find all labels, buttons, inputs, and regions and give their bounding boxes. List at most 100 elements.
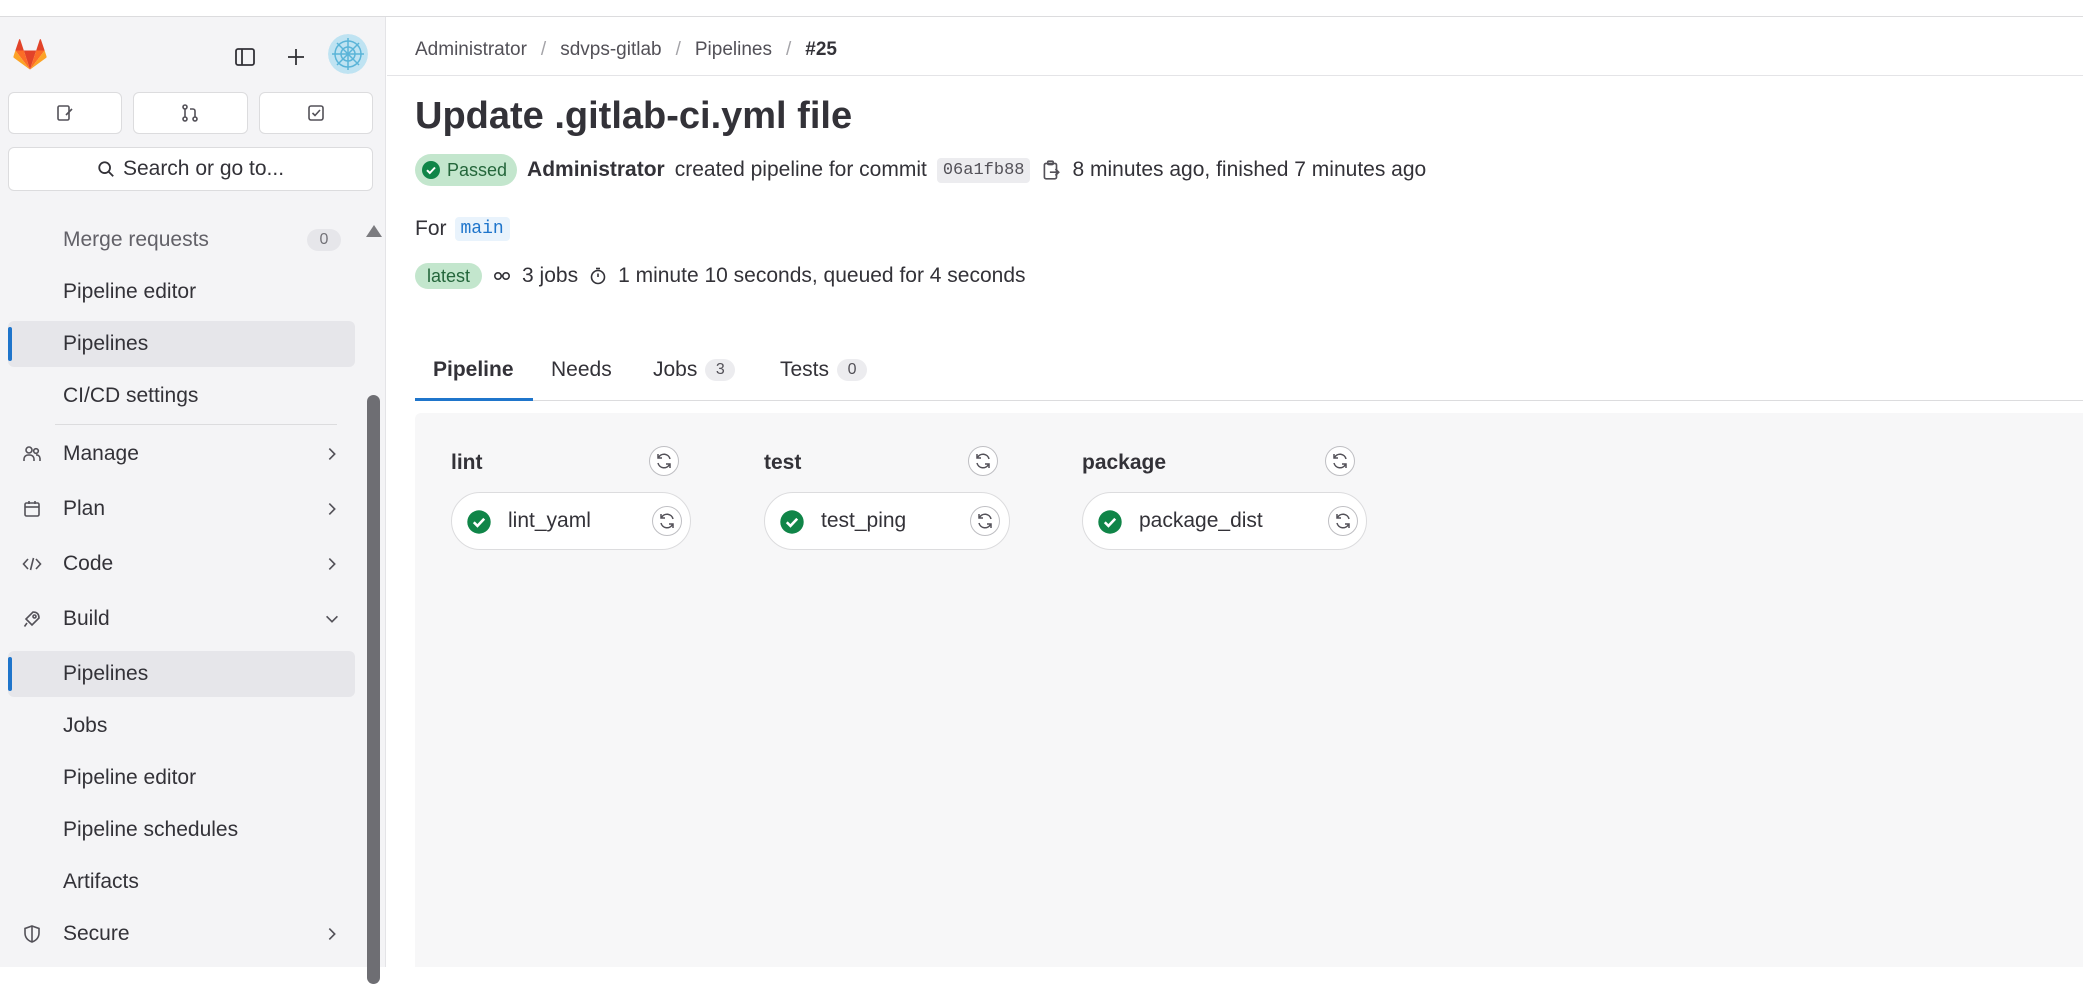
created-text: created pipeline for commit xyxy=(674,158,927,181)
sidebar-item-jobs[interactable]: Jobs xyxy=(8,703,355,749)
issues-shortcut-button[interactable] xyxy=(8,92,123,134)
stage-title-lint: lint xyxy=(451,451,483,474)
job-name: test_ping xyxy=(821,509,907,532)
sidebar-item-plan[interactable]: Plan xyxy=(8,486,355,532)
ref-link[interactable]: main xyxy=(454,217,510,241)
ref-row: For main xyxy=(415,217,510,241)
sidebar-item-pipeline-schedules[interactable]: Pipeline schedules xyxy=(8,807,355,853)
todos-shortcut-button[interactable] xyxy=(258,92,373,134)
chevron-right-icon xyxy=(328,558,336,570)
avatar[interactable] xyxy=(328,34,368,74)
tab-label: Jobs xyxy=(653,358,698,381)
job-retry-icon[interactable] xyxy=(652,506,682,536)
tab-label: Needs xyxy=(551,358,612,381)
sidebar-item-label: Manage xyxy=(63,442,139,465)
job-retry-icon[interactable] xyxy=(1328,506,1358,536)
page-title: Update .gitlab-ci.yml file xyxy=(415,95,853,137)
sidebar-item-code[interactable]: Code xyxy=(8,541,355,587)
stage-title-test: test xyxy=(764,451,802,474)
chevron-right-icon xyxy=(328,928,336,940)
pipeline-info-row: Passed Administrator created pipeline fo… xyxy=(415,153,1426,187)
merge-request-icon xyxy=(182,104,199,122)
breadcrumb-item-administrator[interactable]: Administrator xyxy=(415,39,527,61)
sidebar-shortcuts xyxy=(8,92,373,134)
plus-icon[interactable] xyxy=(276,37,316,77)
sidebar-item-label: Pipeline schedules xyxy=(63,818,239,841)
active-tab-indicator xyxy=(415,398,533,401)
sidebar-item-label: Code xyxy=(63,552,114,575)
stage-retry-icon[interactable] xyxy=(1325,446,1355,476)
stage-retry-icon[interactable] xyxy=(968,446,998,476)
breadcrumb-separator: / xyxy=(540,39,547,60)
status-label: Passed xyxy=(447,159,508,180)
sidebar-header: Search or go to... xyxy=(0,17,386,207)
job-lint-yaml[interactable]: lint_yaml xyxy=(451,492,691,550)
tab-pipeline[interactable]: Pipeline xyxy=(433,339,514,401)
search-button[interactable]: Search or go to... xyxy=(8,147,373,191)
status-success-icon xyxy=(780,510,804,534)
collapse-sidebar-icon[interactable] xyxy=(225,37,265,77)
sidebar-item-label: Secure xyxy=(63,922,130,945)
job-name: package_dist xyxy=(1139,509,1263,532)
sidebar-item-merge-requests[interactable]: Merge requests 0 xyxy=(8,217,355,263)
duration-text: 1 minute 10 seconds, queued for 4 second… xyxy=(618,264,1026,287)
jobs-count-text: 3 jobs xyxy=(522,264,579,287)
sidebar-item-artifacts[interactable]: Artifacts xyxy=(8,859,355,905)
chevron-down-icon xyxy=(326,615,338,623)
sidebar: Search or go to... Merge requests 0 Pipe… xyxy=(0,17,386,984)
sidebar-item-label: Pipelines xyxy=(63,332,149,355)
pipeline-jobs-icon xyxy=(494,272,511,281)
nav-divider xyxy=(55,424,337,425)
breadcrumb-separator: / xyxy=(675,39,681,60)
search-icon xyxy=(98,161,114,177)
sidebar-item-build[interactable]: Build xyxy=(8,596,355,642)
issues-icon xyxy=(57,105,73,121)
sidebar-item-build-pipeline-editor[interactable]: Pipeline editor xyxy=(8,755,355,801)
sidebar-item-build-pipelines[interactable]: Pipelines xyxy=(8,651,355,697)
breadcrumb-item-project[interactable]: sdvps-gitlab xyxy=(560,39,661,61)
todo-icon xyxy=(308,105,324,121)
sidebar-item-cicd-settings[interactable]: CI/CD settings xyxy=(8,373,355,419)
chevron-right-icon xyxy=(328,503,336,515)
chevron-right-icon xyxy=(328,448,336,460)
sidebar-item-secure[interactable]: Secure xyxy=(8,911,355,957)
breadcrumb-item-current[interactable]: #25 xyxy=(805,39,837,61)
tab-needs[interactable]: Needs xyxy=(551,339,612,401)
sidebar-item-pipelines[interactable]: Pipelines xyxy=(8,321,355,367)
gitlab-logo-icon[interactable] xyxy=(12,37,48,73)
sidebar-item-pipeline-editor[interactable]: Pipeline editor xyxy=(8,269,355,315)
sidebar-item-manage[interactable]: Manage xyxy=(8,431,355,477)
job-test-ping[interactable]: test_ping xyxy=(764,492,1010,550)
pipeline-meta-row: latest 3 jobs 1 minute 10 seconds, queue… xyxy=(415,263,1026,289)
tab-label: Tests xyxy=(780,358,830,381)
tab-tests[interactable]: Tests 0 xyxy=(780,339,868,401)
timer-icon xyxy=(590,267,606,285)
sidebar-scrollbar[interactable] xyxy=(367,395,380,984)
merge-requests-shortcut-button[interactable] xyxy=(133,92,248,134)
tab-jobs[interactable]: Jobs 3 xyxy=(653,339,736,401)
calendar-icon xyxy=(24,501,40,517)
status-success-icon xyxy=(467,510,491,534)
copy-icon[interactable] xyxy=(1040,159,1062,181)
tab-label: Pipeline xyxy=(433,358,514,381)
scroll-up-arrow-icon[interactable] xyxy=(366,225,382,237)
job-package-dist[interactable]: package_dist xyxy=(1082,492,1367,550)
breadcrumb-item-pipelines[interactable]: Pipelines xyxy=(695,39,772,61)
sidebar-item-label: Plan xyxy=(63,497,106,520)
latest-badge: latest xyxy=(415,263,483,289)
job-name: lint_yaml xyxy=(508,509,591,532)
job-retry-icon[interactable] xyxy=(970,506,1000,536)
author-link[interactable]: Administrator xyxy=(527,158,665,182)
commit-sha-link[interactable]: 06a1fb88 xyxy=(936,157,1031,183)
merge-requests-count-badge: 0 xyxy=(307,229,341,251)
main-content: Administrator / sdvps-gitlab / Pipelines… xyxy=(387,17,2083,967)
status-success-icon xyxy=(1098,510,1122,534)
rocket-icon xyxy=(23,611,40,627)
stage-retry-icon[interactable] xyxy=(649,446,679,476)
breadcrumb-separator: / xyxy=(785,39,792,60)
sidebar-item-label: CI/CD settings xyxy=(63,384,199,407)
sidebar-item-label: Artifacts xyxy=(63,870,139,893)
status-badge[interactable]: Passed xyxy=(415,154,518,186)
sidebar-item-label: Merge requests xyxy=(63,228,209,251)
stage-title-package: package xyxy=(1082,451,1167,474)
